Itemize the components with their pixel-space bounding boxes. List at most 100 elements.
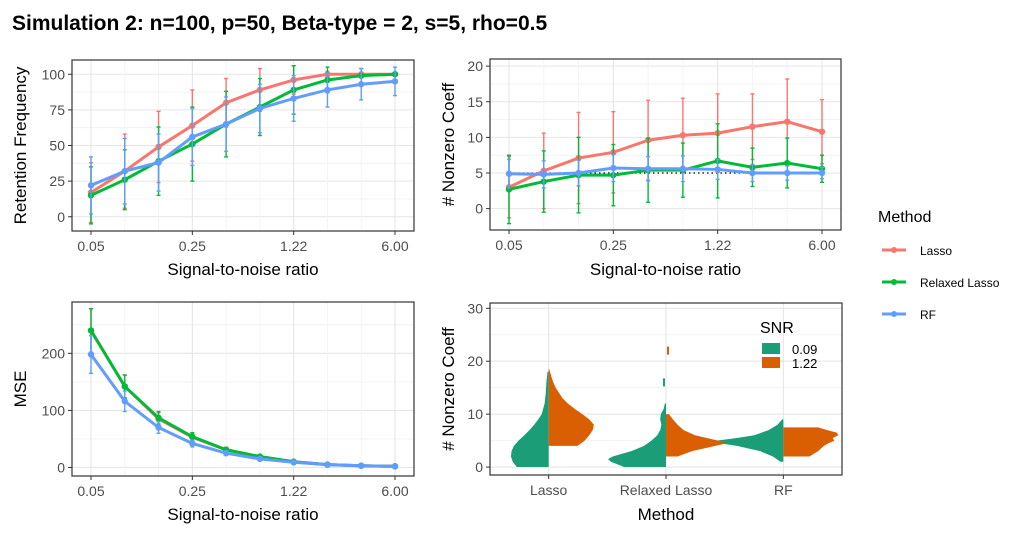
data-point	[155, 159, 162, 166]
data-point	[391, 463, 399, 470]
data-point	[679, 132, 687, 139]
data-point	[610, 164, 617, 172]
figure-canvas: 02550751000.05 0.25 1.22 6.00Signal-to-nois…	[11, 58, 1000, 524]
legend-key-point	[891, 247, 897, 253]
y-axis-label: MSE	[11, 371, 30, 408]
data-point	[391, 78, 399, 85]
x-tick-label: Relaxed Lasso	[620, 482, 713, 498]
data-point	[540, 171, 547, 178]
y-tick-label: 100	[42, 66, 66, 82]
snr-legend-swatch	[762, 357, 780, 368]
data-point	[189, 133, 196, 141]
y-tick-label: 10	[467, 406, 483, 422]
y-axis-label: Retention Frequency	[11, 66, 30, 224]
y-tick-label: 200	[42, 345, 66, 361]
x-axis-label: Signal-to-noise ratio	[167, 260, 318, 279]
x-axis-label: Signal-to-noise ratio	[167, 505, 318, 524]
x-tick-label: 0.05	[77, 483, 104, 499]
data-point	[324, 461, 331, 468]
legend-key-point	[891, 279, 897, 285]
data-point	[358, 462, 365, 469]
x-tick-label: 0.05	[77, 238, 104, 254]
y-tick-label: 5	[475, 165, 483, 181]
legend-key-point	[891, 311, 897, 317]
y-tick-label: 10	[467, 129, 483, 145]
data-point	[749, 169, 756, 177]
data-point	[189, 433, 196, 440]
x-tick-label: Lasso	[530, 482, 568, 498]
x-tick-label: 0.25	[179, 238, 206, 254]
x-tick-label: 0.25	[179, 483, 206, 499]
data-point	[256, 455, 264, 463]
data-point	[679, 165, 687, 172]
data-point	[121, 398, 128, 405]
snr-legend-label: 1.22	[792, 356, 817, 371]
data-point	[87, 351, 95, 358]
data-point	[155, 424, 162, 431]
y-tick-label: 100	[42, 402, 66, 418]
x-tick-label: 0.25	[600, 237, 627, 253]
data-point	[87, 327, 95, 334]
y-tick-label: 25	[49, 173, 65, 189]
x-tick-label: 1.22	[280, 238, 307, 254]
panel-violin-nonzero: 0 10 20 30 Lasso Relaxed Lasso RF Method # Nonze…	[439, 300, 843, 524]
x-tick-label: 6.00	[808, 237, 835, 253]
y-tick-label: 50	[49, 138, 65, 154]
data-point	[324, 86, 331, 94]
data-point	[714, 166, 721, 173]
y-tick-label: 0	[57, 459, 65, 475]
method-legend-entry-relaxed-lasso: Relaxed Lasso	[882, 276, 1000, 290]
method-legend-entry-rf: RF	[882, 308, 936, 322]
snr-legend-swatch	[762, 343, 780, 354]
data-point	[290, 95, 297, 102]
x-tick-label: 0.05	[495, 237, 522, 253]
x-tick-label: 1.22	[280, 483, 307, 499]
x-axis-label: Method	[638, 505, 695, 524]
y-tick-label: 30	[467, 300, 483, 316]
data-point	[358, 81, 365, 88]
method-legend: Method Lasso Relaxed Lasso RF	[878, 209, 1000, 322]
legend-label: RF	[920, 308, 936, 322]
x-tick-label: RF	[774, 482, 793, 498]
data-point	[256, 105, 264, 112]
data-point	[749, 123, 756, 130]
data-point	[155, 414, 162, 422]
method-legend-title: Method	[878, 209, 931, 226]
data-point	[784, 169, 791, 177]
snr-legend-label: 0.09	[792, 342, 817, 357]
data-point	[121, 167, 128, 175]
method-legend-entry-lasso: Lasso	[882, 244, 952, 258]
y-tick-label: 20	[467, 58, 483, 74]
data-point	[575, 169, 582, 177]
y-tick-label: 20	[467, 353, 483, 369]
data-point	[784, 118, 791, 125]
y-axis-label: # Nonzero Coeff	[439, 82, 458, 206]
data-point	[189, 440, 196, 447]
legend-label: Relaxed Lasso	[920, 276, 1000, 290]
panel-mse: 0 100 200 0.05 0.25 1.22 6.00 Signal-to-noise r…	[11, 301, 415, 524]
violin-outlier	[667, 346, 669, 355]
data-point	[87, 182, 95, 189]
data-point	[222, 120, 230, 128]
x-tick-label: 6.00	[381, 238, 408, 254]
data-point	[505, 170, 513, 177]
data-point	[644, 165, 652, 172]
data-point	[818, 169, 826, 177]
violin-outlier	[663, 378, 665, 387]
y-tick-label: 75	[49, 102, 65, 118]
snr-legend-title: SNR	[760, 320, 794, 337]
data-point	[222, 449, 230, 457]
y-axis-label: # Nonzero Coeff	[439, 327, 458, 451]
x-tick-label: 1.22	[704, 237, 731, 253]
data-point	[121, 383, 128, 390]
y-tick-label: 0	[57, 209, 65, 225]
plot-background	[490, 59, 841, 230]
panel-nonzero-coeff: 0 5 10 15 20 0.05 0.25 1.22 6.00 Signal-to-noise …	[439, 58, 842, 279]
x-axis-label: Signal-to-noise ratio	[590, 260, 741, 279]
data-point	[290, 459, 297, 466]
legend-label: Lasso	[920, 244, 952, 258]
x-tick-label: 6.00	[381, 483, 408, 499]
y-tick-label: 0	[475, 201, 483, 217]
panel-retention-frequency: 0 25 50 75 100 0.05 0.25 1.22 6.00 Signal-to-nois…	[11, 59, 415, 279]
y-tick-label: 0	[475, 459, 483, 475]
